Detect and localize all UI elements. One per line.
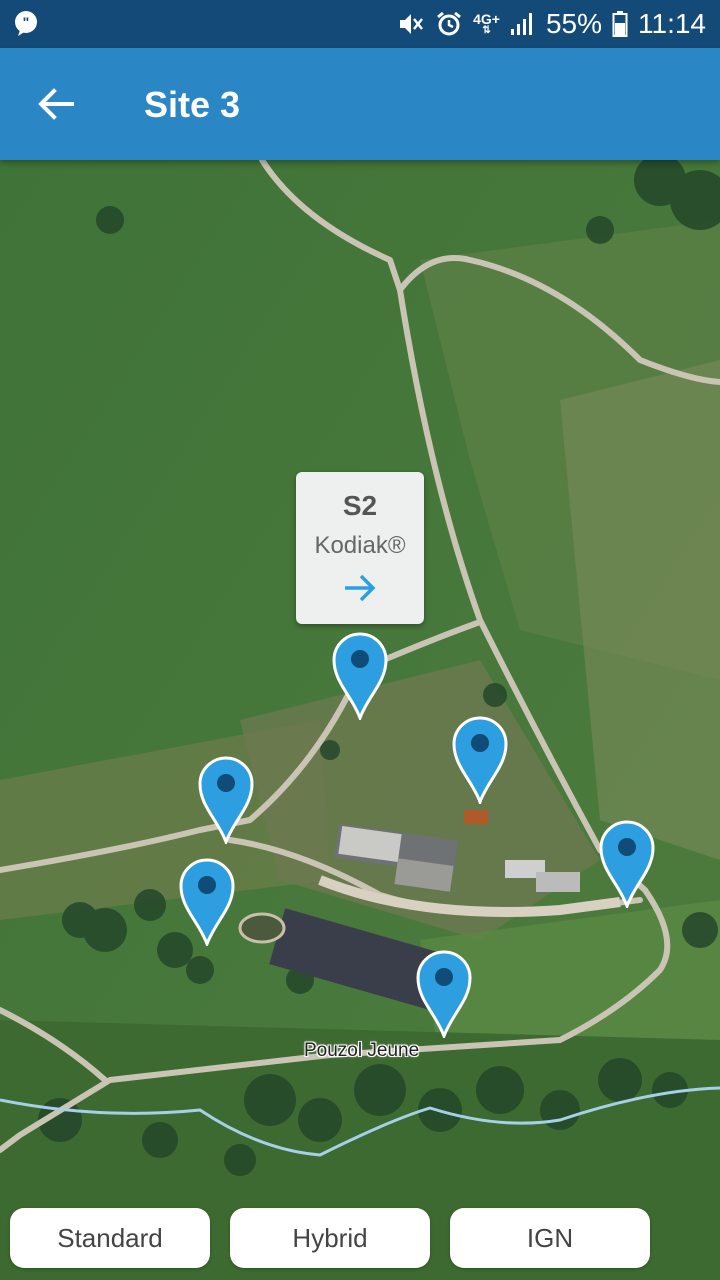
page-title: Site 3	[144, 84, 241, 125]
clock: 11:14	[638, 8, 706, 39]
marker-info-window[interactable]: S2 Kodiak®	[296, 472, 424, 624]
place-label: Pouzol Jeune	[304, 1040, 420, 1061]
map-type-hybrid-button[interactable]: Hybrid	[230, 1208, 430, 1268]
battery-icon	[612, 10, 628, 38]
map-marker[interactable]	[452, 716, 508, 804]
signal-icon	[510, 11, 536, 37]
map-marker[interactable]	[416, 950, 472, 1038]
map-marker[interactable]	[332, 632, 388, 720]
site-product: Kodiak®	[314, 532, 406, 559]
chat-bubble-icon: "	[14, 10, 40, 43]
map-type-ign-button[interactable]: IGN	[450, 1208, 650, 1268]
satellite-map[interactable]: S2 Kodiak® Pouzol Jeune	[0, 160, 720, 1280]
status-bar: " 4G+ ⇅ 55% 11:14	[0, 0, 720, 48]
map-marker[interactable]	[179, 858, 235, 946]
site-name: S2	[342, 490, 378, 521]
alarm-icon	[435, 10, 463, 38]
arrow-left-icon	[38, 88, 74, 120]
app-bar: Site 3	[0, 48, 720, 160]
map-type-standard-button[interactable]: Standard	[10, 1208, 210, 1268]
mute-icon	[397, 10, 425, 38]
map-marker[interactable]	[599, 820, 655, 908]
map-imagery	[0, 160, 720, 1280]
arrow-right-icon[interactable]	[342, 570, 378, 606]
network-type: 4G+ ⇅	[473, 11, 500, 36]
battery-percent: 55%	[545, 8, 602, 39]
back-button[interactable]	[28, 76, 84, 132]
map-marker[interactable]	[198, 756, 254, 844]
svg-text:": "	[23, 14, 30, 30]
